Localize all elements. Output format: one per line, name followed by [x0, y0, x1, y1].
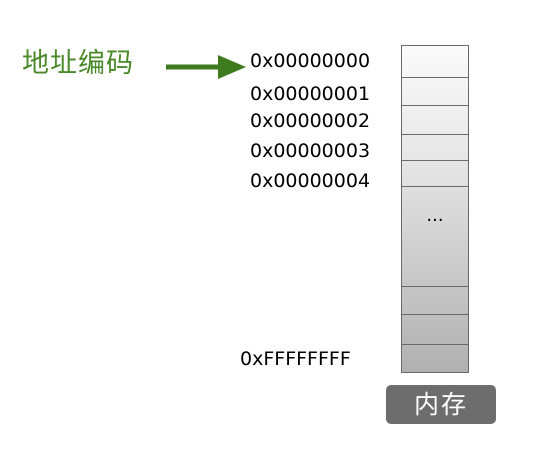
address-encoding-label: 地址编码	[22, 48, 134, 79]
memory-ellipsis: ...	[426, 205, 444, 226]
address-label-0: 0x00000000	[250, 50, 371, 72]
address-label-3: 0x00000003	[250, 140, 371, 162]
address-label-1: 0x00000001	[250, 83, 371, 105]
memory-cell-divider	[402, 160, 468, 161]
memory-cell-divider	[402, 134, 468, 135]
memory-cell-divider	[402, 77, 468, 78]
memory-label-badge: 内存	[386, 385, 496, 424]
address-label-4: 0x00000004	[250, 170, 371, 192]
memory-cell-divider	[402, 344, 468, 345]
address-label-2: 0x00000002	[250, 110, 371, 132]
memory-address-diagram: 地址编码 0x00000000 0x00000001 0x00000002 0x…	[0, 0, 540, 464]
right-arrow-icon	[166, 55, 246, 79]
memory-cell-divider	[402, 286, 468, 287]
memory-cell-divider	[402, 186, 468, 187]
memory-cell-divider	[402, 105, 468, 106]
memory-block: ...	[401, 45, 469, 373]
memory-cell-divider	[402, 314, 468, 315]
address-label-last: 0xFFFFFFFF	[240, 348, 351, 370]
